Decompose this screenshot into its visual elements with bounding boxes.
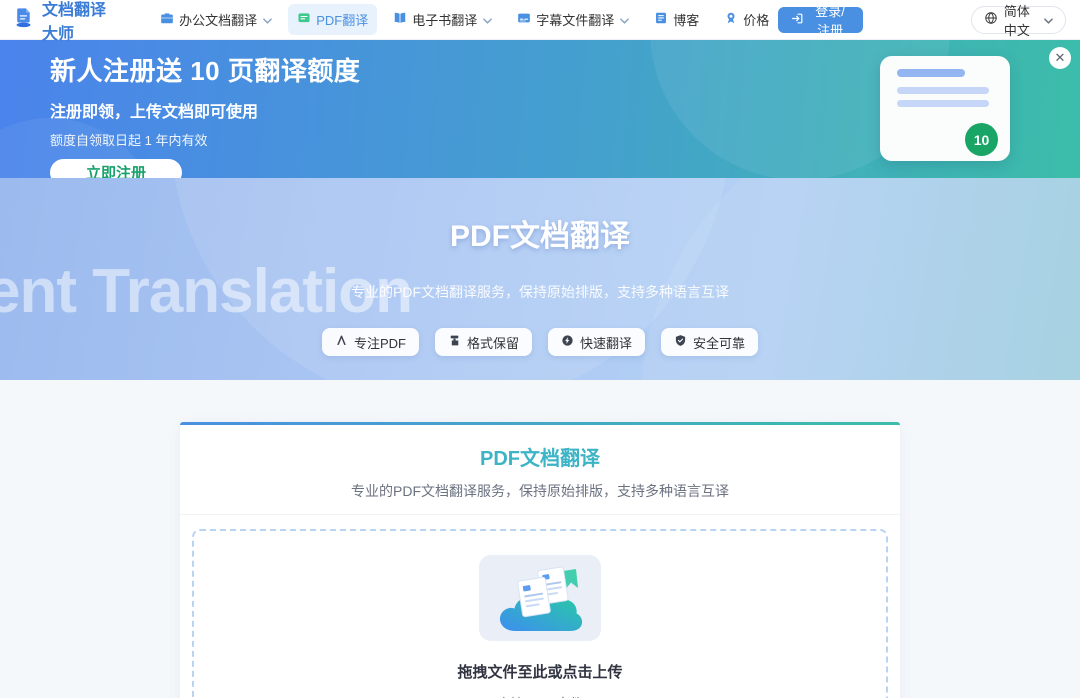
language-label: 简体中文 — [1004, 1, 1037, 39]
main-menu: 办公文档翻译 PDF翻译 电子书翻译 字幕文件翻译 — [151, 4, 778, 35]
promo-card-illustration: 10 — [880, 56, 1010, 161]
nav-item-label: 价格 — [743, 10, 769, 29]
feature-badge-label: 快速翻译 — [580, 333, 632, 352]
close-icon[interactable]: ✕ — [1049, 47, 1071, 69]
mock-text-bar — [897, 87, 989, 94]
briefcase-icon — [160, 11, 174, 28]
hero-title: PDF文档翻译 — [0, 178, 1080, 255]
medal-icon — [724, 11, 738, 28]
login-label: 登录/注册 — [810, 1, 850, 39]
nav-item-subtitle-translation[interactable]: 字幕文件翻译 — [508, 4, 638, 35]
feature-badge-secure[interactable]: 安全可靠 — [661, 328, 758, 356]
nav-item-pdf-translation[interactable]: PDF翻译 — [288, 4, 377, 35]
promo-title: 新人注册送 10 页翻译额度 — [50, 51, 360, 88]
promo-subtitle: 注册即领，上传文档即可使用 — [50, 98, 360, 122]
register-now-button[interactable]: 立即注册 — [50, 159, 182, 178]
nav-item-office-doc-translation[interactable]: 办公文档翻译 — [151, 4, 281, 35]
blog-icon — [654, 11, 668, 28]
shield-icon — [674, 334, 687, 350]
dropzone-main-text: 拖拽文件至此或点击上传 — [194, 661, 886, 682]
login-register-button[interactable]: 登录/注册 — [778, 7, 863, 33]
hero-subtitle: 专业的PDF文档翻译服务，保持原始排版，支持多种语言互译 — [0, 282, 1080, 302]
nav-item-label: 电子书翻译 — [412, 10, 477, 29]
hero-section: ent Translation PDF文档翻译 专业的PDF文档翻译服务，保持原… — [0, 178, 1080, 380]
upload-illustration — [479, 555, 601, 641]
feature-badge-label: 格式保留 — [467, 333, 519, 352]
feature-badge-label: 安全可靠 — [693, 333, 745, 352]
main-section: PDF文档翻译 专业的PDF文档翻译服务，保持原始排版，支持多种语言互译 — [0, 380, 1080, 698]
feature-badge-format-keep[interactable]: 格式保留 — [435, 328, 532, 356]
book-icon — [393, 11, 407, 28]
feature-badge-label: 专注PDF — [354, 333, 406, 352]
promo-banner: 新人注册送 10 页翻译额度 注册即领，上传文档即可使用 额度自领取日起 1 年… — [0, 40, 1080, 178]
feature-badge-pdf-focus[interactable]: 专注PDF — [322, 328, 419, 356]
card-header: PDF文档翻译 专业的PDF文档翻译服务，保持原始排版，支持多种语言互译 — [180, 425, 900, 515]
subtitle-file-icon — [517, 11, 531, 28]
logo-text: 文档翻译大师 — [42, 0, 111, 44]
chevron-down-icon — [1044, 12, 1053, 27]
hero-feature-badges: 专注PDF 格式保留 快速翻译 安全可靠 — [0, 328, 1080, 356]
lightning-icon — [561, 334, 574, 350]
nav-item-label: 办公文档翻译 — [179, 10, 257, 29]
nav-item-ebook-translation[interactable]: 电子书翻译 — [384, 4, 501, 35]
format-painter-icon — [448, 334, 461, 350]
feature-badge-fast-translate[interactable]: 快速翻译 — [548, 328, 645, 356]
mock-text-bar — [897, 69, 965, 77]
globe-icon — [984, 11, 998, 28]
upload-card: PDF文档翻译 专业的PDF文档翻译服务，保持原始排版，支持多种语言互译 — [180, 422, 900, 698]
pdf-translate-icon — [297, 11, 311, 28]
promo-note: 额度自领取日起 1 年内有效 — [50, 130, 360, 149]
upload-dropzone[interactable]: 拖拽文件至此或点击上传 支持 PDF 文件 最大文件大小：50MB — [192, 529, 888, 698]
dropzone-support-text: 支持 PDF 文件 — [194, 693, 886, 698]
card-subtitle: 专业的PDF文档翻译服务，保持原始排版，支持多种语言互译 — [180, 481, 900, 501]
nav-item-blog[interactable]: 博客 — [645, 4, 708, 35]
pdf-file-icon — [335, 334, 348, 350]
chevron-down-icon — [483, 12, 492, 27]
language-selector[interactable]: 简体中文 — [971, 6, 1066, 34]
nav-item-label: PDF翻译 — [316, 10, 368, 29]
nav-item-pricing[interactable]: 价格 — [715, 4, 778, 35]
nav-item-label: 博客 — [673, 10, 699, 29]
top-navbar: 文档翻译大师 办公文档翻译 PDF翻译 电子书翻译 — [0, 0, 1080, 40]
quota-badge: 10 — [965, 123, 998, 156]
card-title: PDF文档翻译 — [180, 442, 900, 471]
chevron-down-icon — [620, 12, 629, 27]
promo-content: 新人注册送 10 页翻译额度 注册即领，上传文档即可使用 额度自领取日起 1 年… — [50, 51, 360, 178]
logo-icon — [13, 6, 35, 33]
nav-item-label: 字幕文件翻译 — [536, 10, 614, 29]
chevron-down-icon — [263, 12, 272, 27]
logo[interactable]: 文档翻译大师 — [13, 0, 111, 44]
login-icon — [791, 12, 804, 28]
mock-text-bar — [897, 100, 989, 107]
